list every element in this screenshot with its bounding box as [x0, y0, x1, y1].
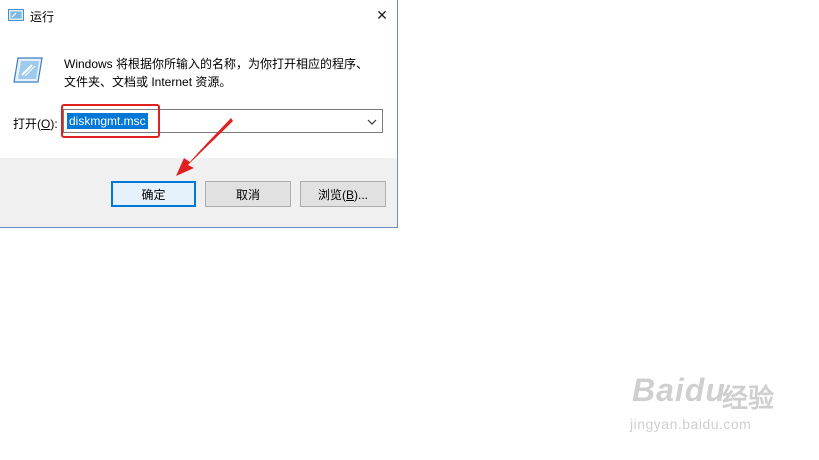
description-line-1: Windows 将根据你所输入的名称，为你打开相应的程序、 — [64, 57, 369, 71]
cancel-button[interactable]: 取消 — [205, 181, 291, 207]
window-title: 运行 — [30, 10, 55, 24]
browse-label-text: 浏览( — [317, 187, 346, 202]
annotation-highlight-box — [61, 104, 160, 138]
browse-button-label: 浏览(B)... — [318, 186, 368, 203]
run-program-icon — [12, 56, 44, 84]
close-icon: ✕ — [376, 7, 388, 23]
description-line-2: 文件夹、文档或 Internet 资源。 — [64, 75, 232, 89]
dropdown-button[interactable] — [364, 112, 380, 130]
dialog-description: Windows 将根据你所输入的名称，为你打开相应的程序、 文件夹、文档或 In… — [64, 55, 384, 91]
title-bar[interactable]: 运行 ✕ — [0, 0, 397, 31]
open-label-mnemonic: O — [41, 117, 51, 131]
run-app-icon — [8, 8, 24, 22]
open-label-end: ): — [50, 117, 58, 131]
open-label-text: 打开( — [13, 117, 41, 131]
watermark-brand: Baidu — [632, 372, 726, 408]
watermark-jingyan: 经验 — [722, 383, 775, 413]
browse-label-end: )... — [354, 187, 368, 202]
ok-button[interactable]: 确定 — [111, 181, 196, 207]
chevron-down-icon — [367, 114, 377, 128]
run-dialog: 运行 ✕ Windows 将根据你所输入的名称，为你打开相应的程序、 文件夹、文… — [0, 0, 398, 228]
baidu-watermark: Baidu 经验 jingyan.baidu.com — [622, 372, 802, 442]
watermark-url: jingyan.baidu.com — [630, 416, 752, 432]
open-label: 打开(O): — [13, 115, 58, 132]
browse-button[interactable]: 浏览(B)... — [300, 181, 386, 207]
cancel-button-label: 取消 — [235, 187, 260, 202]
ok-button-label: 确定 — [141, 187, 166, 202]
close-button[interactable]: ✕ — [367, 0, 397, 31]
browse-label-mnemonic: B — [345, 187, 354, 202]
